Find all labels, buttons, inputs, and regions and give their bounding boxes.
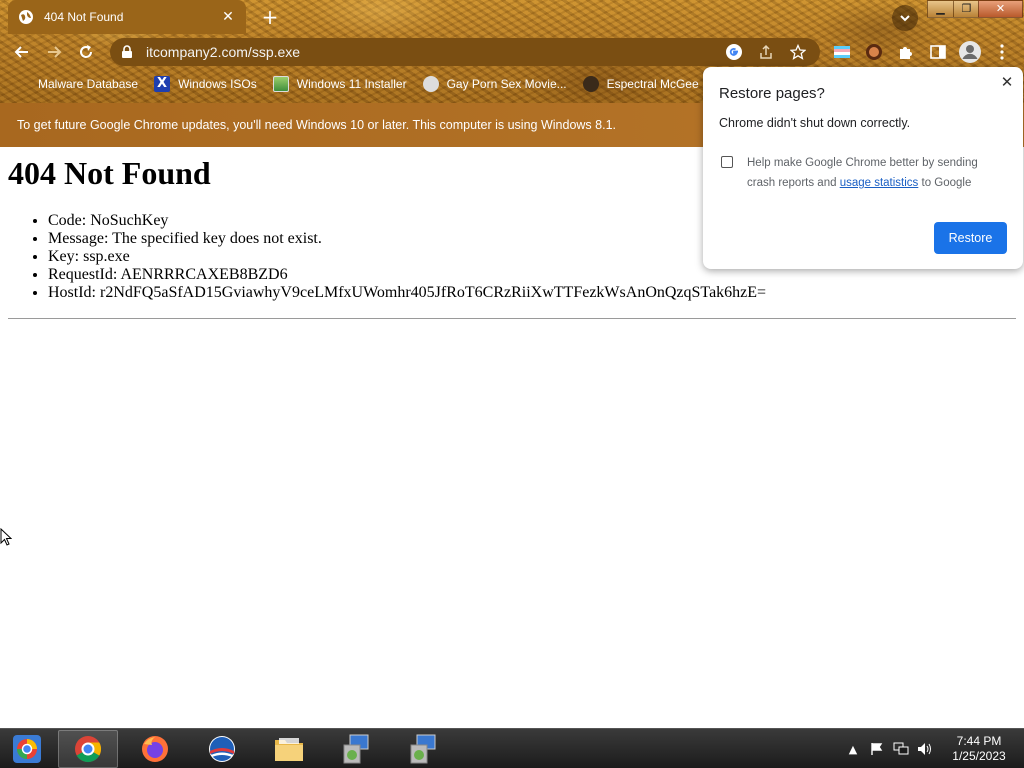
bookmark-label: Windows ISOs (178, 77, 257, 91)
list-item: RequestId: AENRRRCAXEB8BZD6 (48, 266, 766, 284)
avatar-extension-icon[interactable] (864, 42, 884, 62)
chevron-down-icon (900, 15, 910, 22)
share-icon[interactable] (756, 42, 776, 62)
installer-icon (343, 734, 369, 764)
restore-pages-dialog: Restore pages? ✕ Chrome didn't shut down… (703, 67, 1023, 269)
toolbar: itcompany2.com/ssp.exe (0, 34, 1024, 70)
back-button[interactable] (8, 38, 36, 66)
address-bar[interactable]: itcompany2.com/ssp.exe (110, 38, 820, 66)
flag-extension-icon[interactable] (832, 42, 852, 62)
menu-icon[interactable] (992, 42, 1012, 62)
taskbar-installer-2[interactable] (393, 730, 453, 768)
bookmark-espectral-mcgee[interactable]: Espectral McGee (582, 76, 699, 92)
close-icon[interactable]: ✕ (999, 75, 1015, 91)
taskbar-chrome[interactable] (58, 730, 118, 768)
google-icon[interactable] (724, 42, 744, 62)
taskbar-firefox[interactable] (125, 730, 185, 768)
installer-icon (410, 734, 436, 764)
bookmark-label: Gay Porn Sex Movie... (446, 77, 567, 91)
character-icon (582, 76, 599, 92)
bookmark-site[interactable]: Gay Porn Sex Movie... (422, 76, 567, 92)
dialog-title: Restore pages? (719, 85, 825, 102)
folder-icon (275, 738, 303, 761)
puzzle-icon[interactable] (896, 42, 916, 62)
globe-icon (19, 10, 33, 24)
circle-logo-icon (209, 736, 235, 762)
reload-button[interactable] (72, 38, 100, 66)
start-button[interactable] (8, 732, 46, 766)
infobar-text: To get future Google Chrome updates, you… (17, 118, 616, 132)
list-item: HostId: r2NdFQ5aSfAD15GviawhyV9ceLMfxUWo… (48, 284, 766, 302)
restore-button[interactable]: Restore (934, 222, 1007, 254)
lock-icon (122, 45, 132, 58)
profile-icon[interactable] (958, 40, 982, 64)
crash-report-label: Help make Google Chrome better by sendin… (747, 153, 1007, 193)
arrow-left-icon (14, 46, 28, 58)
crash-report-checkbox[interactable] (721, 156, 733, 168)
bookmark-label: Windows 11 Installer (296, 77, 407, 91)
x-icon: X (154, 76, 171, 92)
volume-icon[interactable] (917, 741, 933, 757)
side-panel-icon[interactable] (928, 42, 948, 62)
forward-button[interactable] (40, 38, 68, 66)
usage-statistics-link[interactable]: usage statistics (840, 177, 919, 189)
list-item: Code: NoSuchKey (48, 212, 766, 230)
tab-search-button[interactable] (892, 5, 918, 31)
divider (8, 318, 1016, 319)
taskbar: ▲ 7:44 PM 1/25/2023 (0, 728, 1024, 768)
firefox-icon (142, 736, 168, 762)
window-close-button[interactable]: ✕ (978, 0, 1023, 18)
taskbar-file-explorer[interactable] (259, 730, 319, 768)
mouse-cursor-icon (0, 528, 12, 546)
show-hidden-icons-button[interactable]: ▲ (845, 741, 861, 757)
start-icon (13, 735, 41, 763)
tab-title: 404 Not Found (44, 10, 124, 24)
clock-time: 7:44 PM (956, 734, 1002, 748)
maximize-button[interactable]: ❐ (953, 0, 980, 18)
bookmark-label: Malware Database (38, 77, 139, 91)
list-item: Key: ssp.exe (48, 248, 766, 266)
error-details-list: Code: NoSuchKey Message: The specified k… (48, 212, 766, 302)
site-icon (422, 76, 439, 92)
taskbar-installer-1[interactable] (326, 730, 386, 768)
tab-active[interactable]: 404 Not Found ✕ (8, 0, 246, 34)
new-tab-button[interactable]: + (258, 6, 282, 28)
page-title: 404 Not Found (8, 155, 211, 191)
clock-date: 1/25/2023 (952, 749, 1006, 763)
minimize-button[interactable]: ▁ (927, 0, 954, 18)
arrow-right-icon (48, 46, 62, 58)
action-center-flag-icon[interactable] (869, 741, 885, 757)
taskbar-clock[interactable]: 7:44 PM 1/25/2023 (946, 734, 1012, 764)
taskbar-obama-logo[interactable] (192, 730, 252, 768)
close-icon[interactable]: ✕ (220, 9, 236, 25)
bookmark-label: Espectral McGee (606, 77, 699, 91)
chrome-icon (75, 736, 102, 763)
bookmark-malware-database[interactable]: Malware Database (12, 76, 138, 92)
dialog-message: Chrome didn't shut down correctly. (719, 116, 911, 130)
url-text: itcompany2.com/ssp.exe (146, 44, 301, 60)
folder-icon (12, 76, 30, 92)
reload-icon (80, 45, 92, 58)
list-item: Message: The specified key does not exis… (48, 230, 766, 248)
bookmark-star-icon[interactable] (788, 42, 808, 62)
image-icon (272, 76, 289, 92)
help-text-suffix: to Google (918, 177, 972, 189)
bookmark-windows-isos[interactable]: X Windows ISOs (154, 76, 257, 92)
bookmark-windows-11-installer[interactable]: Windows 11 Installer (272, 76, 407, 92)
network-icon[interactable] (893, 741, 909, 757)
